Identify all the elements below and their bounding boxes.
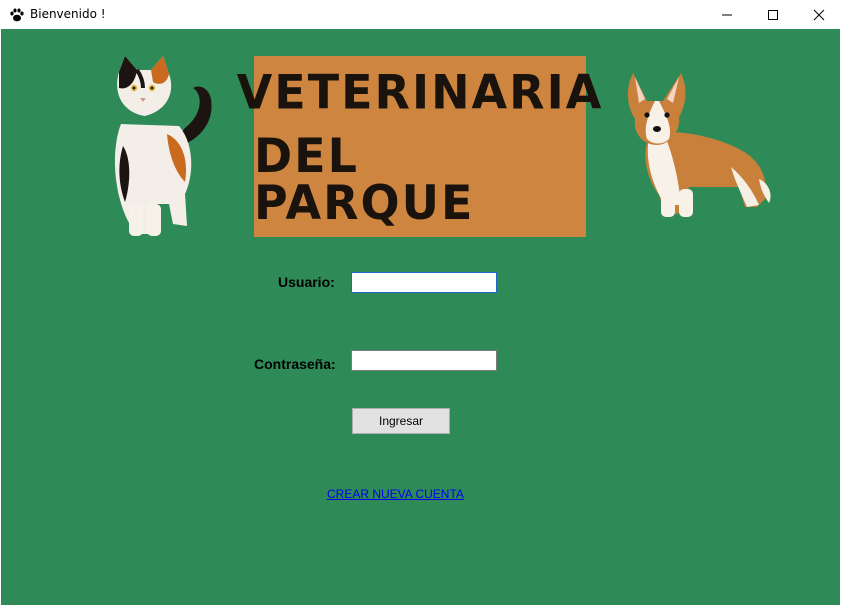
minimize-icon [722,14,732,15]
cat-image [107,54,217,244]
password-label: Contraseña: [254,356,336,372]
maximize-icon [768,9,778,20]
banner-title-line-1: VETERINARIA [236,63,604,120]
clinic-banner: VETERINARIA DEL PARQUE [237,56,601,237]
paw-icon [9,7,25,23]
dog-image [619,67,774,227]
username-input[interactable] [351,272,497,293]
password-input[interactable] [351,350,497,371]
login-window: Bienvenido ! VETERINARIA DEL PARQUE Usua… [0,0,841,606]
window-title: Bienvenido ! [30,7,106,21]
close-icon [813,9,825,20]
login-panel: VETERINARIA DEL PARQUE Usuario: Contrase… [1,29,840,605]
username-label: Usuario: [278,274,335,290]
minimize-button[interactable] [704,0,750,29]
title-bar: Bienvenido ! [0,0,841,29]
create-account-link[interactable]: CREAR NUEVA CUENTA [327,487,464,501]
close-button[interactable] [796,0,841,29]
banner-title-line-2: DEL PARQUE [254,127,475,230]
login-button[interactable]: Ingresar [352,408,450,434]
maximize-button[interactable] [750,0,796,29]
